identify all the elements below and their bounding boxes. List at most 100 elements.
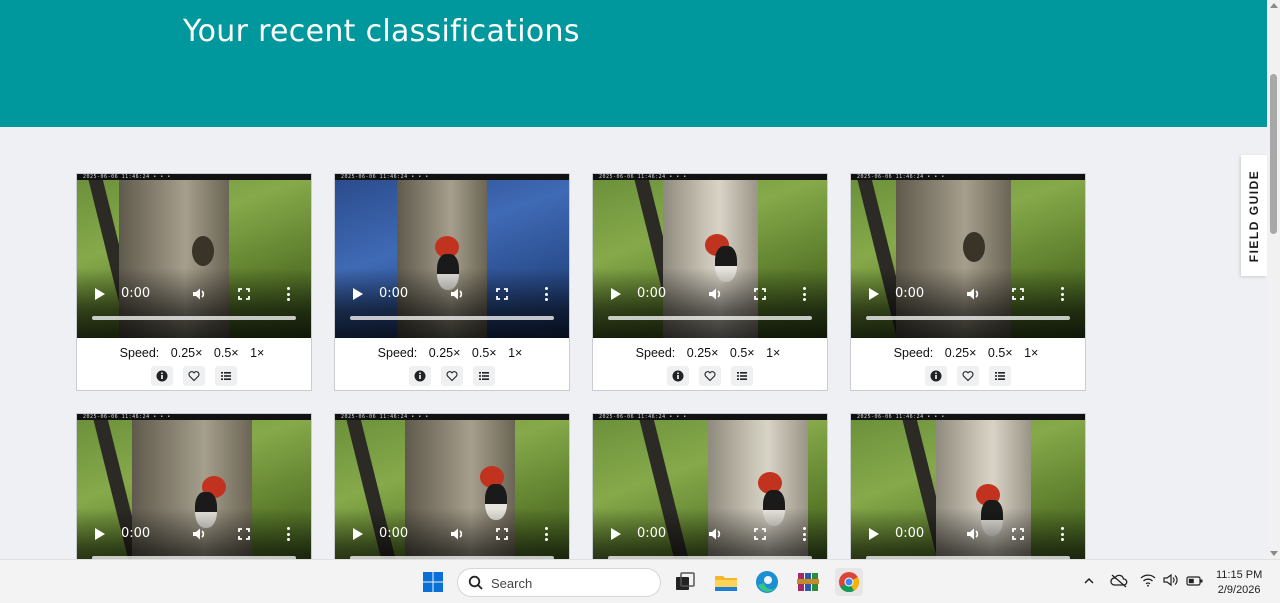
classifications-grid: 2025-06-06 11:46:24 • • • 0:00 Speed: 0.… — [0, 127, 1267, 559]
video-progress-bar[interactable] — [866, 316, 1070, 320]
volume-icon[interactable] — [450, 287, 465, 301]
play-icon[interactable] — [611, 528, 621, 540]
video-player[interactable]: 2025-06-06 11:46:24 • • • 0:00 — [593, 174, 827, 338]
scroll-up-icon[interactable] — [1270, 3, 1278, 8]
video-player[interactable]: 2025-06-06 11:46:24 • • • 0:00 — [851, 174, 1085, 338]
add-to-collection-button[interactable] — [473, 366, 496, 386]
fullscreen-icon[interactable] — [754, 288, 766, 300]
edge-icon[interactable] — [753, 568, 781, 596]
info-button[interactable] — [408, 366, 431, 386]
fullscreen-icon[interactable] — [1012, 288, 1024, 300]
volume-icon[interactable] — [192, 527, 207, 541]
volume-icon[interactable] — [708, 527, 723, 541]
speed-option-0.5[interactable]: 0.5× — [730, 346, 755, 360]
speed-option-1[interactable]: 1× — [1024, 346, 1038, 360]
chrome-icon[interactable] — [835, 568, 863, 596]
fullscreen-icon[interactable] — [496, 288, 508, 300]
favorite-button[interactable] — [183, 366, 205, 386]
favorite-button[interactable] — [699, 366, 721, 386]
more-options-icon[interactable] — [803, 527, 806, 541]
fullscreen-icon[interactable] — [754, 528, 766, 540]
play-icon[interactable] — [95, 528, 105, 540]
windows-start-icon[interactable] — [419, 568, 447, 596]
speed-option-0.25[interactable]: 0.25× — [171, 346, 203, 360]
fullscreen-icon[interactable] — [496, 528, 508, 540]
speed-option-0.25[interactable]: 0.25× — [945, 346, 977, 360]
play-icon[interactable] — [95, 288, 105, 300]
video-time: 0:00 — [121, 526, 151, 541]
play-icon[interactable] — [353, 528, 363, 540]
video-progress-bar[interactable] — [608, 316, 812, 320]
video-player[interactable]: 2025-06-06 11:46:24 • • • 0:00 — [851, 414, 1085, 559]
video-player[interactable]: 2025-06-06 11:46:24 • • • 0:00 — [335, 174, 569, 338]
more-options-icon[interactable] — [803, 287, 806, 301]
speed-label: Speed: — [377, 346, 418, 360]
video-progress-bar[interactable] — [92, 316, 296, 320]
page-scrollbar[interactable] — [1267, 0, 1280, 559]
video-player[interactable]: 2025-06-06 11:46:24 • • • 0:00 — [77, 174, 311, 338]
add-to-collection-button[interactable] — [731, 366, 754, 386]
video-progress-bar[interactable] — [350, 316, 554, 320]
page-title: Your recent classifications — [183, 14, 580, 49]
play-icon[interactable] — [353, 288, 363, 300]
task-view-icon[interactable] — [671, 568, 699, 596]
add-to-collection-button[interactable] — [989, 366, 1012, 386]
info-button[interactable] — [924, 366, 947, 386]
classification-card: 2025-06-06 11:46:24 • • • 0:00 Speed: 0.… — [592, 413, 828, 559]
more-options-icon[interactable] — [287, 287, 290, 301]
classification-card: 2025-06-06 11:46:24 • • • 0:00 Speed: 0.… — [850, 413, 1086, 559]
add-to-collection-button[interactable] — [215, 366, 238, 386]
favorite-button[interactable] — [441, 366, 463, 386]
play-icon[interactable] — [869, 288, 879, 300]
play-icon[interactable] — [611, 288, 621, 300]
wifi-icon[interactable] — [1140, 573, 1156, 592]
info-button[interactable] — [150, 366, 173, 386]
volume-icon[interactable] — [192, 287, 207, 301]
play-icon[interactable] — [869, 528, 879, 540]
volume-icon[interactable] — [708, 287, 723, 301]
video-time: 0:00 — [379, 286, 409, 301]
favorite-button[interactable] — [957, 366, 979, 386]
playback-speed: Speed: 0.25× 0.5× 1× — [77, 346, 311, 360]
classification-card: 2025-06-06 11:46:24 • • • 0:00 Speed: 0.… — [850, 173, 1086, 391]
chevron-up-icon[interactable] — [1083, 574, 1095, 592]
taskbar-search[interactable]: Search — [457, 568, 661, 597]
video-player[interactable]: 2025-06-06 11:46:24 • • • 0:00 — [335, 414, 569, 559]
video-player[interactable]: 2025-06-06 11:46:24 • • • 0:00 — [77, 414, 311, 559]
speed-option-1[interactable]: 1× — [250, 346, 264, 360]
speed-option-0.25[interactable]: 0.25× — [687, 346, 719, 360]
more-options-icon[interactable] — [545, 287, 548, 301]
clock[interactable]: 11:15 PM 2/9/2026 — [1216, 568, 1262, 598]
info-button[interactable] — [666, 366, 689, 386]
video-time: 0:00 — [121, 286, 151, 301]
file-explorer-icon[interactable] — [712, 568, 740, 596]
search-icon — [468, 575, 483, 590]
volume-icon[interactable] — [450, 527, 465, 541]
speed-label: Speed: — [893, 346, 934, 360]
volume-icon[interactable] — [966, 527, 981, 541]
more-options-icon[interactable] — [1061, 527, 1064, 541]
playback-speed: Speed: 0.25× 0.5× 1× — [593, 346, 827, 360]
field-guide-tab[interactable]: FIELD GUIDE — [1241, 155, 1267, 276]
volume-icon[interactable] — [966, 287, 981, 301]
more-options-icon[interactable] — [1061, 287, 1064, 301]
speed-option-0.5[interactable]: 0.5× — [214, 346, 239, 360]
video-time: 0:00 — [895, 526, 925, 541]
speed-option-0.5[interactable]: 0.5× — [988, 346, 1013, 360]
more-options-icon[interactable] — [545, 527, 548, 541]
speed-option-1[interactable]: 1× — [766, 346, 780, 360]
speed-option-0.5[interactable]: 0.5× — [472, 346, 497, 360]
speed-option-1[interactable]: 1× — [508, 346, 522, 360]
fullscreen-icon[interactable] — [238, 288, 250, 300]
fullscreen-icon[interactable] — [238, 528, 250, 540]
volume-icon[interactable] — [1162, 573, 1180, 592]
speed-option-0.25[interactable]: 0.25× — [429, 346, 461, 360]
video-player[interactable]: 2025-06-06 11:46:24 • • • 0:00 — [593, 414, 827, 559]
scroll-thumb[interactable] — [1270, 74, 1277, 234]
more-options-icon[interactable] — [287, 527, 290, 541]
cloud-off-icon[interactable] — [1110, 573, 1128, 594]
fullscreen-icon[interactable] — [1012, 528, 1024, 540]
battery-icon[interactable] — [1186, 574, 1204, 592]
winrar-icon[interactable] — [794, 568, 822, 596]
scroll-down-icon[interactable] — [1270, 551, 1278, 556]
